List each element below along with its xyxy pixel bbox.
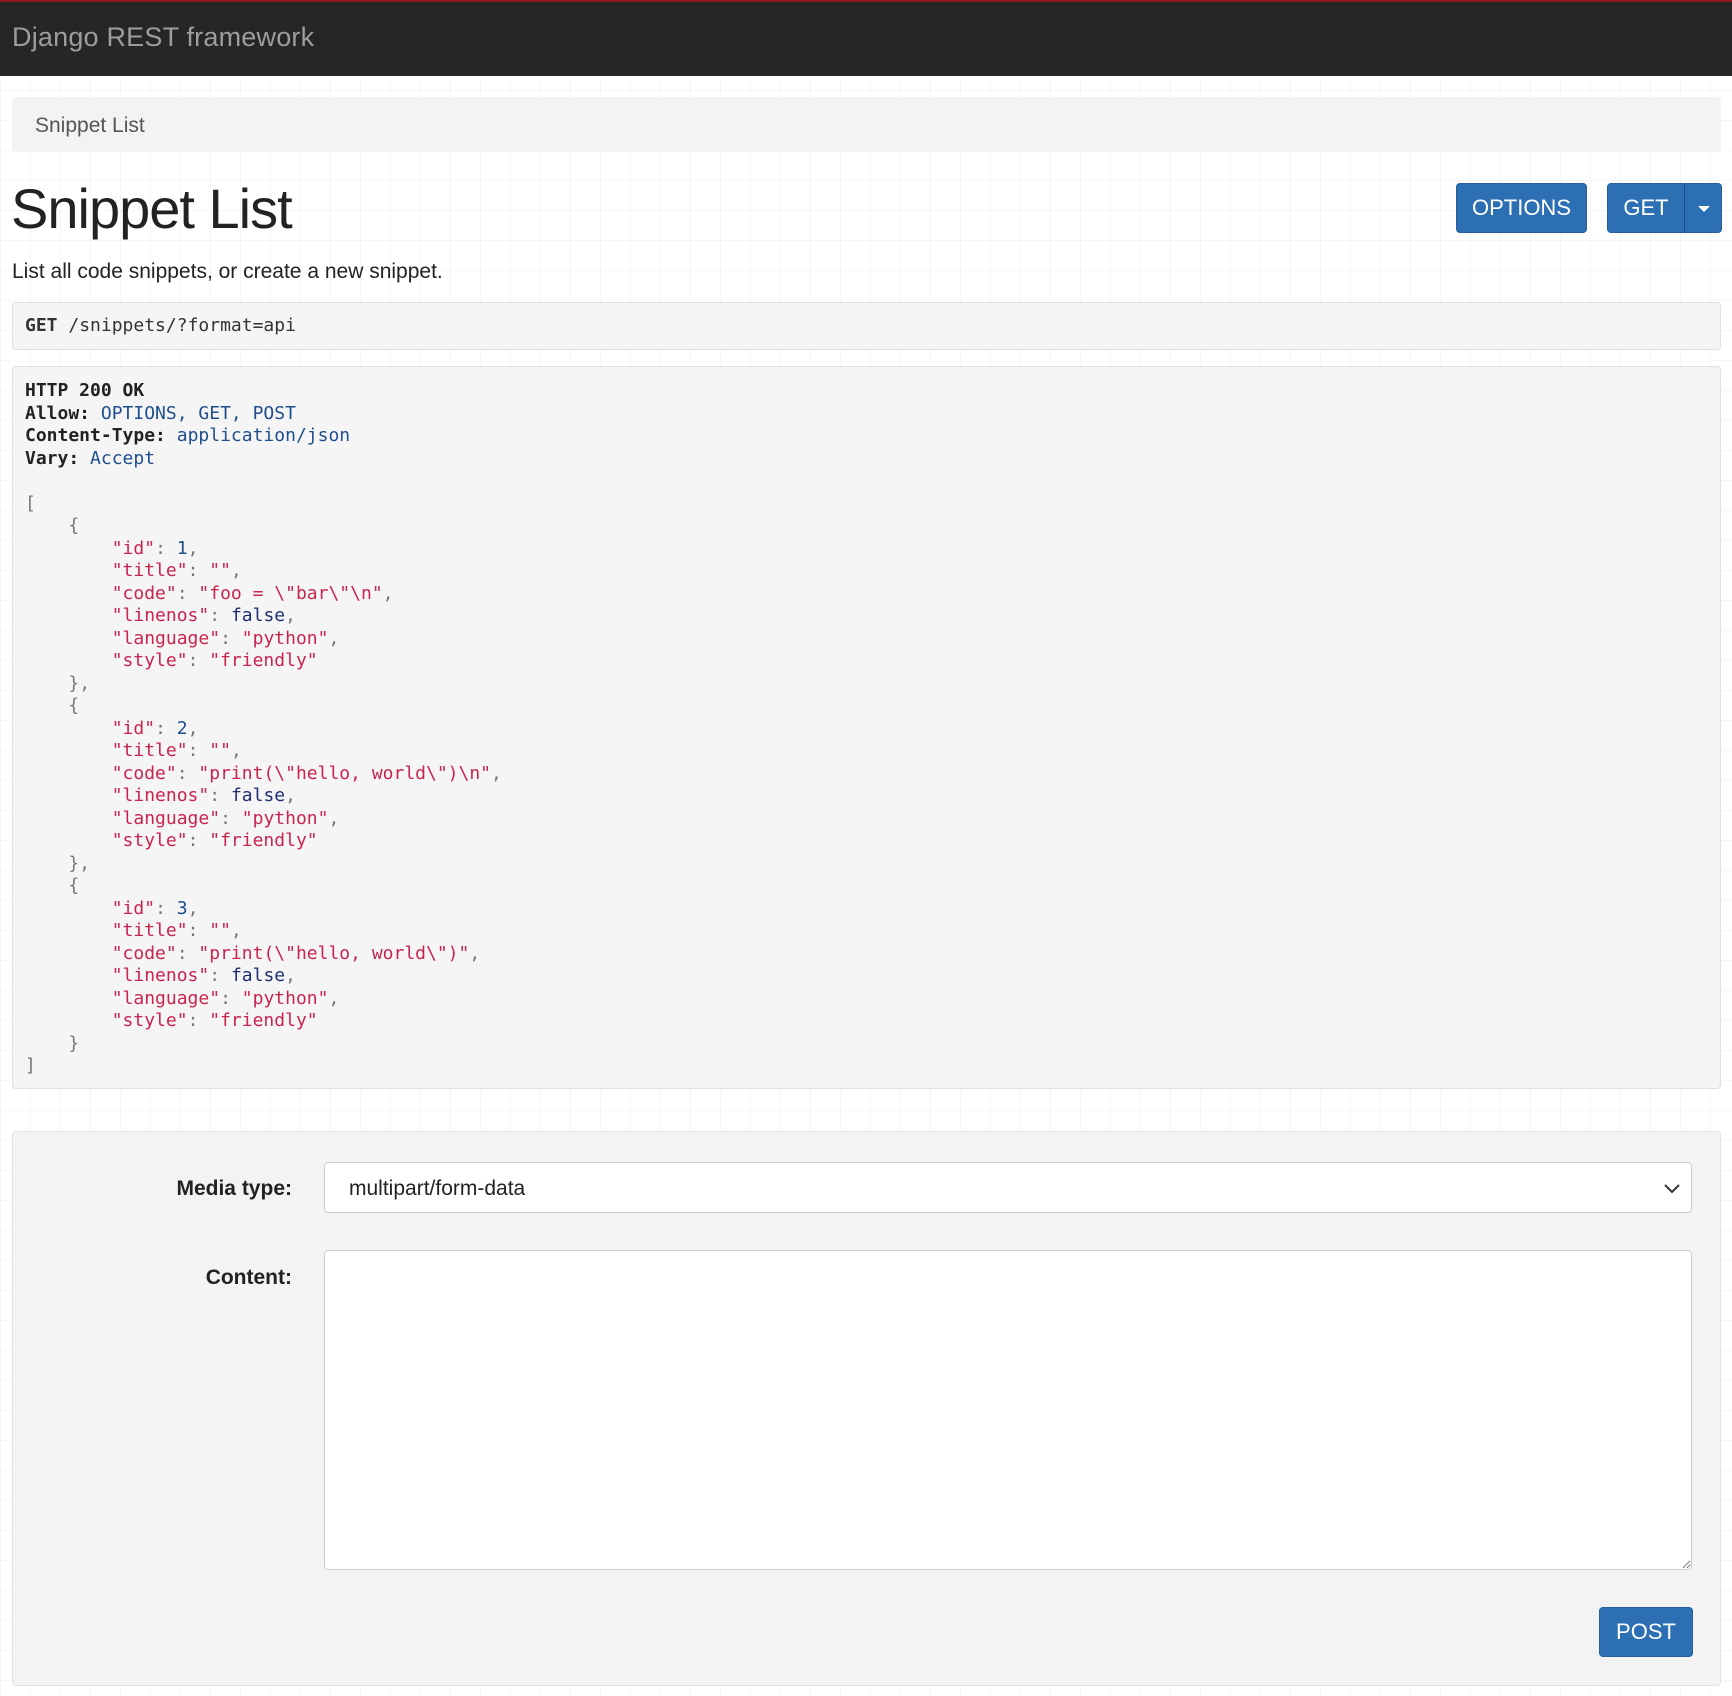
json-key: "language": [111, 627, 221, 649]
json-value-linenos: false: [230, 965, 286, 986]
media-type-label: Media type:: [176, 1177, 292, 1200]
json-value-language: "python": [241, 627, 329, 649]
json-value-code: "print(\"hello, world\")": [198, 942, 470, 964]
request-url-path: /snippets/: [68, 315, 177, 336]
request-method: GET: [25, 315, 58, 336]
json-value-linenos: false: [230, 785, 286, 806]
post-button[interactable]: POST: [1599, 1607, 1693, 1657]
json-value-language: "python": [241, 807, 329, 829]
json-value-title: "": [209, 560, 231, 581]
request-info: GET /snippets/?format=api: [12, 302, 1721, 350]
json-key: "language": [111, 987, 221, 1009]
json-value-id: 3: [176, 897, 188, 919]
page-description: List all code snippets, or create a new …: [12, 260, 443, 283]
chevron-down-icon: [1664, 1184, 1680, 1194]
json-value-id: 1: [176, 537, 188, 559]
response-info: HTTP 200 OK Allow: OPTIONS, GET, POST Co…: [12, 366, 1721, 1089]
media-type-select[interactable]: multipart/form-data: [324, 1162, 1692, 1213]
response-status: HTTP 200 OK: [25, 380, 145, 401]
json-value-title: "": [209, 920, 231, 941]
json-key: "title": [111, 560, 188, 581]
json-key: "id": [111, 537, 156, 559]
json-key: "code": [111, 762, 177, 784]
response-header-key: Vary:: [25, 447, 80, 469]
navbar: Django REST framework: [0, 0, 1732, 76]
response-header-value: OPTIONS, GET, POST: [100, 402, 296, 424]
breadcrumb: Snippet List: [12, 97, 1721, 152]
get-format-dropdown-toggle[interactable]: [1684, 183, 1722, 233]
json-value-style: "friendly": [209, 830, 318, 851]
request-url-query: ?format=api: [176, 315, 296, 336]
response-header-value: application/json: [176, 425, 351, 446]
json-value-linenos: false: [230, 605, 286, 626]
json-value-code: "foo = \"bar\"\n": [198, 582, 383, 604]
content-textarea[interactable]: [324, 1250, 1692, 1570]
json-value-title: "": [209, 740, 231, 761]
json-key: "linenos": [111, 605, 210, 626]
json-key: "style": [111, 1010, 188, 1031]
json-key: "title": [111, 920, 188, 941]
caret-down-icon: [1698, 206, 1710, 212]
json-value-code: "print(\"hello, world\")\n": [198, 762, 492, 784]
response-header-value: Accept: [90, 447, 156, 469]
json-key: "style": [111, 650, 188, 671]
json-key: "id": [111, 897, 156, 919]
json-key: "linenos": [111, 785, 210, 806]
json-key: "language": [111, 807, 221, 829]
content-label: Content:: [205, 1266, 292, 1289]
options-button[interactable]: OPTIONS: [1456, 183, 1587, 233]
response-header-key: Content-Type:: [25, 425, 166, 446]
brand-link[interactable]: Django REST framework: [12, 22, 314, 53]
json-value-style: "friendly": [209, 1010, 318, 1031]
json-key: "code": [111, 582, 177, 604]
breadcrumb-item-snippet-list[interactable]: Snippet List: [35, 114, 145, 138]
json-key: "id": [111, 717, 156, 739]
json-key: "style": [111, 830, 188, 851]
json-key: "code": [111, 942, 177, 964]
response-header-key: Allow:: [25, 402, 91, 424]
json-value-language: "python": [241, 987, 329, 1009]
media-type-selected-value: multipart/form-data: [349, 1177, 526, 1200]
json-value-style: "friendly": [209, 650, 318, 671]
json-key: "linenos": [111, 965, 210, 986]
json-value-id: 2: [176, 717, 188, 739]
json-key: "title": [111, 740, 188, 761]
get-button[interactable]: GET: [1607, 183, 1685, 233]
raw-data-form: Media type: multipart/form-data Content:…: [12, 1131, 1721, 1686]
page-title: Snippet List: [11, 177, 293, 240]
